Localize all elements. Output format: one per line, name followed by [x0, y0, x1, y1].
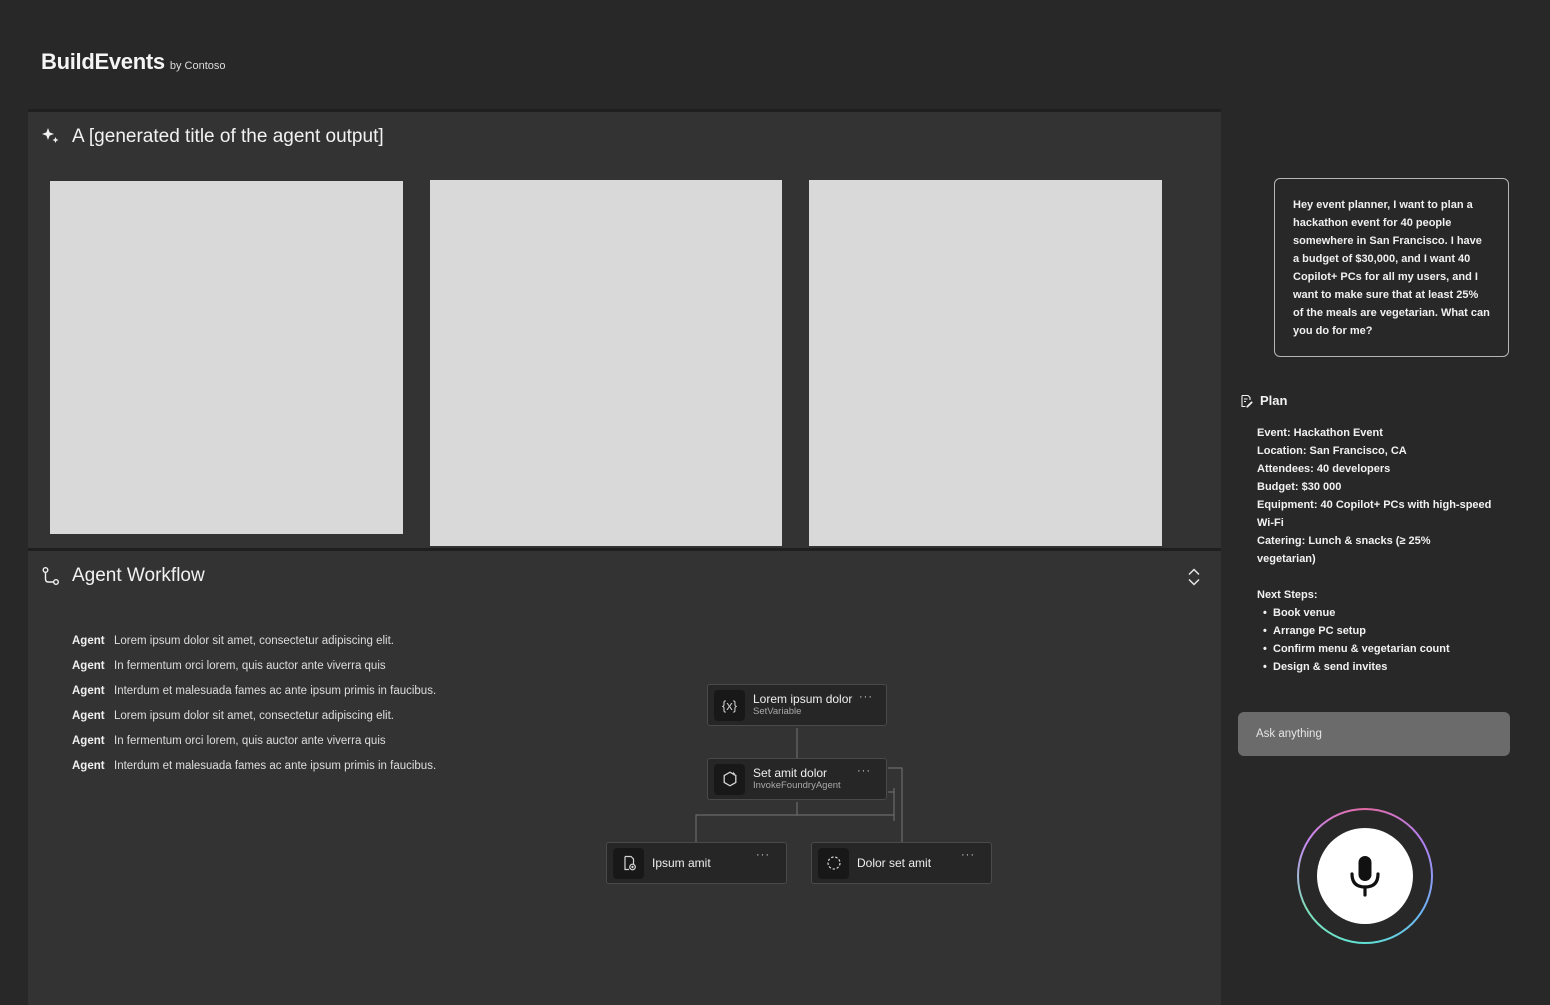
microphone-icon	[1348, 855, 1382, 897]
ask-input[interactable]	[1238, 712, 1510, 756]
agent-output-panel: A [generated title of the agent output]	[28, 109, 1221, 548]
variable-icon: {x}	[714, 689, 745, 721]
document-icon	[613, 847, 644, 879]
next-steps-list: Book venue Arrange PC setup Confirm menu…	[1257, 604, 1492, 676]
voice-ring	[1297, 808, 1433, 944]
app-title: BuildEvents	[41, 49, 165, 74]
plan-line: Attendees: 40 developers	[1257, 463, 1391, 475]
next-step-item: Book venue	[1263, 604, 1492, 622]
app-publisher: by Contoso	[169, 60, 226, 72]
plan-line: Event: Hackathon Event	[1257, 427, 1383, 439]
plan-title: Plan	[1260, 393, 1288, 408]
output-card-1[interactable]	[50, 181, 403, 534]
agent-workflow-panel: Agent Workflow Agent Lorem ipsum dolor si…	[28, 548, 1221, 1005]
plan-body: Event: Hackathon Event Location: San Fra…	[1257, 424, 1492, 676]
node-title: Set amit dolor	[753, 766, 828, 780]
workflow-connectors	[695, 728, 903, 845]
node-title: Lorem ipsum dolor	[753, 692, 853, 706]
more-options-icon[interactable]: ···	[859, 691, 873, 703]
node-title: Ipsum amit	[652, 856, 711, 870]
output-card-3[interactable]	[809, 180, 1162, 546]
output-card-2[interactable]	[430, 180, 782, 546]
node-subtitle: SetVariable	[753, 706, 802, 717]
plan-heading: Plan	[1239, 393, 1287, 408]
user-message-bubble: Hey event planner, I want to plan a hack…	[1274, 178, 1509, 357]
loop-icon	[818, 847, 849, 879]
more-options-icon[interactable]: ···	[857, 765, 871, 777]
next-step-item: Design & send invites	[1263, 658, 1492, 676]
next-steps-heading: Next Steps:	[1257, 589, 1318, 601]
plan-line: Budget: $30 000	[1257, 481, 1342, 493]
plan-icon	[1239, 394, 1253, 408]
workflow-node-4[interactable]: Dolor set amit ···	[811, 842, 992, 884]
plan-line: Catering: Lunch & snacks (≥ 25% vegetari…	[1257, 535, 1431, 565]
workflow-node-3[interactable]: Ipsum amit ···	[606, 842, 787, 884]
plan-line: Location: San Francisco, CA	[1257, 445, 1407, 457]
node-subtitle: InvokeFoundryAgent	[753, 780, 841, 791]
app-brand: BuildEvents by Contoso	[41, 49, 226, 75]
agent-icon	[714, 763, 745, 795]
more-options-icon[interactable]: ···	[756, 849, 770, 861]
more-options-icon[interactable]: ···	[961, 849, 975, 861]
next-step-item: Arrange PC setup	[1263, 622, 1492, 640]
output-title: A [generated title of the agent output]	[72, 126, 384, 147]
next-step-item: Confirm menu & vegetarian count	[1263, 640, 1492, 658]
node-title: Dolor set amit	[857, 856, 932, 870]
microphone-button[interactable]	[1317, 828, 1413, 924]
plan-line: Equipment: 40 Copilot+ PCs with high-spe…	[1257, 499, 1492, 529]
workflow-node-1[interactable]: {x} Lorem ipsum dolor SetVariable ···	[707, 684, 887, 726]
sparkle-icon	[41, 126, 61, 151]
workflow-node-2[interactable]: Set amit dolor InvokeFoundryAgent ···	[707, 758, 887, 800]
